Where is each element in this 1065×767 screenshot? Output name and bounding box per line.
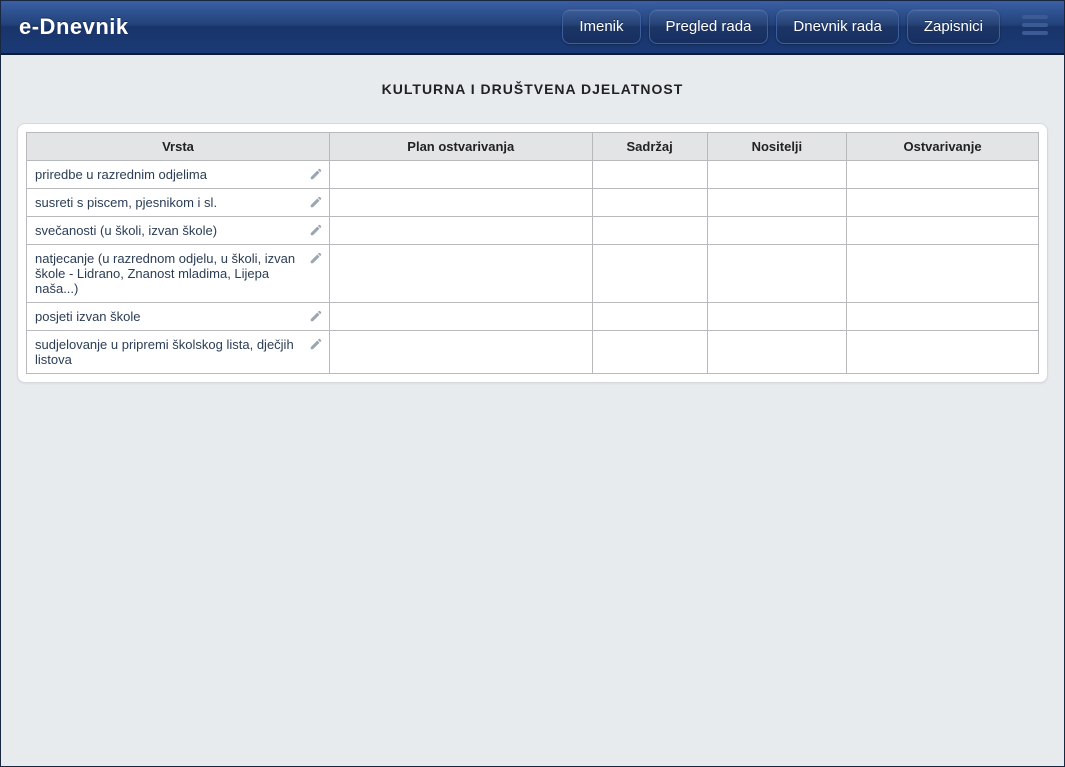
cell-plan[interactable] (329, 161, 592, 189)
table-row: natjecanje (u razrednom odjelu, u školi,… (27, 245, 1039, 303)
cell-nositelji[interactable] (707, 303, 846, 331)
nav-pregled-rada[interactable]: Pregled rada (649, 9, 769, 44)
cell-nositelji[interactable] (707, 189, 846, 217)
menu-icon[interactable] (1022, 15, 1048, 35)
edit-icon[interactable] (309, 309, 323, 323)
cell-sadrzaj[interactable] (592, 189, 707, 217)
cell-nositelji[interactable] (707, 161, 846, 189)
edit-icon[interactable] (309, 195, 323, 209)
cell-plan[interactable] (329, 189, 592, 217)
edit-icon[interactable] (309, 223, 323, 237)
cell-vrsta: natjecanje (u razrednom odjelu, u školi,… (27, 245, 330, 303)
page-container: KULTURNA I DRUŠTVENA DJELATNOST Vrsta Pl… (1, 55, 1064, 383)
cell-plan[interactable] (329, 245, 592, 303)
col-header-plan: Plan ostvarivanja (329, 133, 592, 161)
activity-table: Vrsta Plan ostvarivanja Sadržaj Nositelj… (26, 132, 1039, 374)
cell-nositelji[interactable] (707, 217, 846, 245)
col-header-vrsta: Vrsta (27, 133, 330, 161)
cell-vrsta: susreti s piscem, pjesnikom i sl. (27, 189, 330, 217)
cell-ostvarivanje[interactable] (847, 189, 1039, 217)
cell-ostvarivanje[interactable] (847, 331, 1039, 374)
cell-ostvarivanje[interactable] (847, 303, 1039, 331)
table-row: sudjelovanje u pripremi školskog lista, … (27, 331, 1039, 374)
table-row: svečanosti (u školi, izvan škole) (27, 217, 1039, 245)
table-row: susreti s piscem, pjesnikom i sl. (27, 189, 1039, 217)
table-row: posjeti izvan škole (27, 303, 1039, 331)
col-header-ostvarivanje: Ostvarivanje (847, 133, 1039, 161)
col-header-sadrzaj: Sadržaj (592, 133, 707, 161)
app-brand: e-Dnevnik (19, 14, 129, 40)
nav-zapisnici[interactable]: Zapisnici (907, 9, 1000, 44)
table-header-row: Vrsta Plan ostvarivanja Sadržaj Nositelj… (27, 133, 1039, 161)
cell-sadrzaj[interactable] (592, 245, 707, 303)
vrsta-text: natjecanje (u razrednom odjelu, u školi,… (35, 251, 295, 296)
cell-plan[interactable] (329, 303, 592, 331)
cell-vrsta: posjeti izvan škole (27, 303, 330, 331)
main-nav: Imenik Pregled rada Dnevnik rada Zapisni… (562, 9, 1000, 44)
vrsta-text: svečanosti (u školi, izvan škole) (35, 223, 217, 238)
cell-vrsta: sudjelovanje u pripremi školskog lista, … (27, 331, 330, 374)
vrsta-text: sudjelovanje u pripremi školskog lista, … (35, 337, 294, 367)
nav-dnevnik-rada[interactable]: Dnevnik rada (776, 9, 898, 44)
cell-sadrzaj[interactable] (592, 217, 707, 245)
nav-imenik[interactable]: Imenik (562, 9, 640, 44)
edit-icon[interactable] (309, 251, 323, 265)
cell-vrsta: priredbe u razrednim odjelima (27, 161, 330, 189)
cell-vrsta: svečanosti (u školi, izvan škole) (27, 217, 330, 245)
vrsta-text: posjeti izvan škole (35, 309, 141, 324)
cell-ostvarivanje[interactable] (847, 217, 1039, 245)
cell-plan[interactable] (329, 217, 592, 245)
table-panel: Vrsta Plan ostvarivanja Sadržaj Nositelj… (17, 123, 1048, 383)
cell-sadrzaj[interactable] (592, 161, 707, 189)
table-row: priredbe u razrednim odjelima (27, 161, 1039, 189)
cell-ostvarivanje[interactable] (847, 161, 1039, 189)
app-header: e-Dnevnik Imenik Pregled rada Dnevnik ra… (1, 1, 1064, 55)
cell-ostvarivanje[interactable] (847, 245, 1039, 303)
page-title: KULTURNA I DRUŠTVENA DJELATNOST (1, 81, 1064, 97)
edit-icon[interactable] (309, 337, 323, 351)
col-header-nositelji: Nositelji (707, 133, 846, 161)
cell-nositelji[interactable] (707, 245, 846, 303)
edit-icon[interactable] (309, 167, 323, 181)
cell-nositelji[interactable] (707, 331, 846, 374)
cell-plan[interactable] (329, 331, 592, 374)
vrsta-text: susreti s piscem, pjesnikom i sl. (35, 195, 217, 210)
cell-sadrzaj[interactable] (592, 303, 707, 331)
vrsta-text: priredbe u razrednim odjelima (35, 167, 207, 182)
cell-sadrzaj[interactable] (592, 331, 707, 374)
